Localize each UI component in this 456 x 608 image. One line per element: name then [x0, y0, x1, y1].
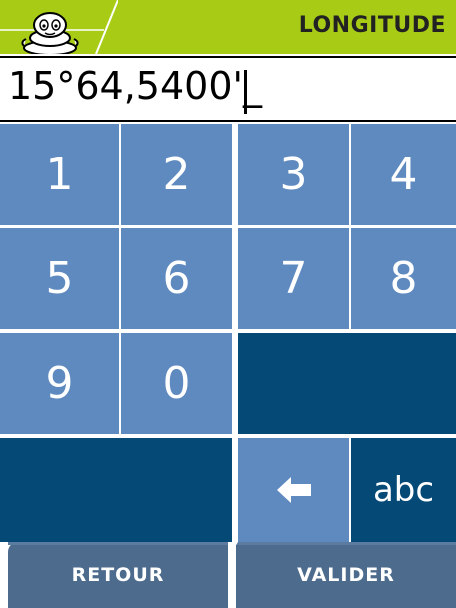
michelin-logo-icon	[21, 12, 79, 54]
abc-key[interactable]: abc	[351, 438, 456, 542]
empty-key-area	[238, 333, 456, 434]
left-arrow-icon	[276, 477, 311, 503]
footer: RETOUR VALIDER	[0, 542, 456, 608]
empty-key-area-2	[0, 438, 232, 542]
key-7[interactable]: 7	[238, 228, 349, 329]
coordinate-input-value: 15°64,5400'_	[8, 64, 262, 108]
back-button[interactable]: RETOUR	[8, 542, 228, 608]
validate-button[interactable]: VALIDER	[236, 542, 456, 608]
header: LONGITUDE	[0, 0, 456, 56]
backspace-key[interactable]	[238, 438, 349, 542]
key-1[interactable]: 1	[0, 124, 119, 225]
key-8[interactable]: 8	[351, 228, 456, 329]
key-5[interactable]: 5	[0, 228, 119, 329]
page-title: LONGITUDE	[298, 13, 446, 38]
footer-divider-notch	[228, 542, 238, 550]
text-cursor	[244, 70, 247, 114]
coordinate-input-field[interactable]: 15°64,5400'_	[0, 56, 456, 122]
key-6[interactable]: 6	[121, 228, 232, 329]
numeric-keypad: 1 2 3 4 5 6 7 8 9 0 abc	[0, 122, 456, 542]
key-2[interactable]: 2	[121, 124, 232, 225]
key-0[interactable]: 0	[121, 333, 232, 434]
key-9[interactable]: 9	[0, 333, 119, 434]
key-3[interactable]: 3	[238, 124, 349, 225]
key-4[interactable]: 4	[351, 124, 456, 225]
